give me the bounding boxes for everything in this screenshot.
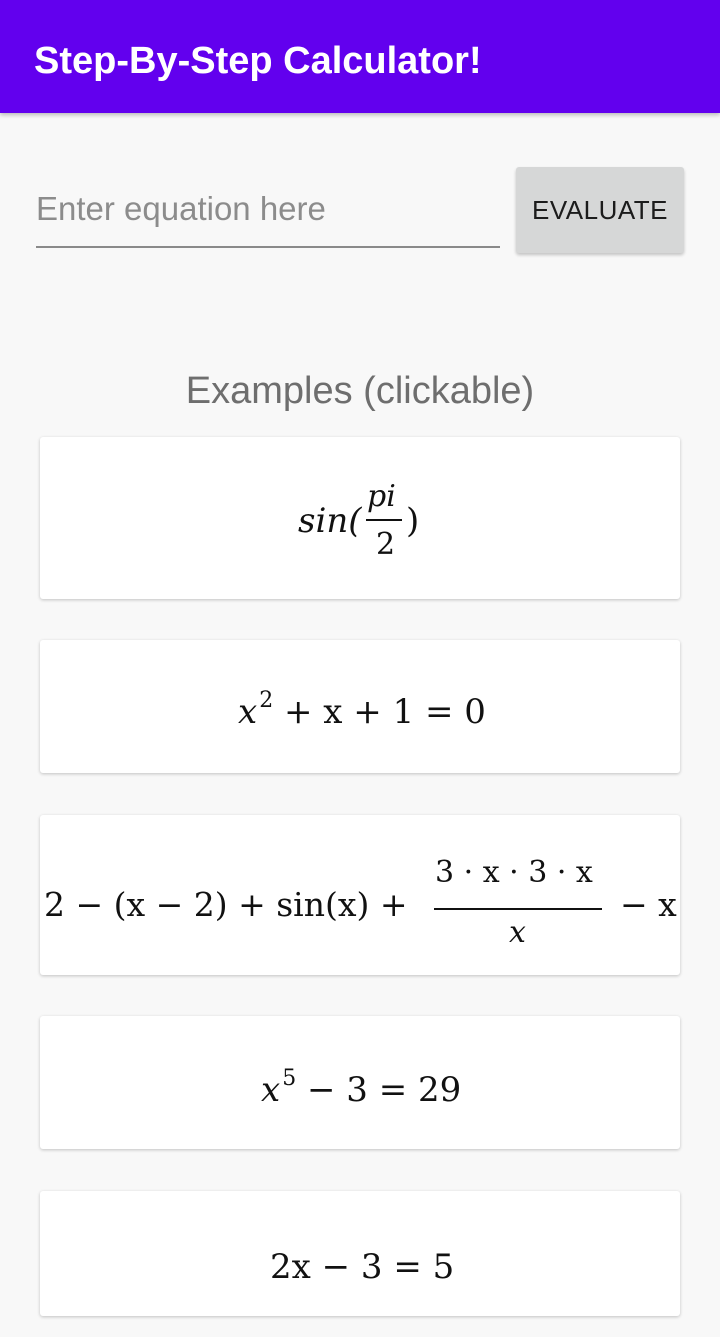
example-2-base: x bbox=[238, 692, 258, 732]
example-1-fn: sin( bbox=[298, 501, 362, 541]
app-bar: Step-By-Step Calculator! bbox=[0, 0, 720, 113]
example-4-rest: − 3 = 29 bbox=[296, 1070, 462, 1110]
example-2-rest: + x + 1 = 0 bbox=[273, 692, 486, 732]
equation-input[interactable] bbox=[36, 186, 500, 244]
example-card-quadratic[interactable]: x2 + x + 1 = 0 bbox=[40, 640, 680, 773]
example-1-numerator: pi bbox=[367, 479, 396, 514]
example-1-fraction-bar bbox=[366, 519, 402, 521]
equation-input-field[interactable] bbox=[36, 186, 500, 248]
example-2-expression: x2 + x + 1 = 0 bbox=[238, 688, 486, 732]
example-4-base: x bbox=[261, 1070, 281, 1110]
example-1-denominator: 2 bbox=[376, 527, 396, 562]
example-4-expression: x5 − 3 = 29 bbox=[261, 1066, 462, 1110]
example-5-expression: 2x − 3 = 5 bbox=[270, 1247, 455, 1287]
evaluate-button[interactable]: EVALUATE bbox=[516, 167, 684, 253]
example-card-long-expression[interactable]: 2 − (x − 2) + sin(x) + 3 · x · 3 · x x −… bbox=[40, 815, 680, 975]
example-card-sin-pi-over-2[interactable]: sin( pi 2 ) bbox=[40, 437, 680, 599]
example-3-right: − x bbox=[620, 885, 677, 924]
examples-heading: Examples (clickable) bbox=[185, 370, 535, 412]
example-card-linear-equation[interactable]: 2x − 3 = 5 bbox=[40, 1191, 680, 1316]
example-3-numerator: 3 · x · 3 · x bbox=[435, 855, 593, 890]
example-1-close: ) bbox=[406, 501, 420, 541]
app-title: Step-By-Step Calculator! bbox=[34, 40, 482, 82]
example-4-exponent: 5 bbox=[282, 1066, 297, 1091]
example-3-fraction-bar bbox=[434, 908, 602, 910]
example-3-left: 2 − (x − 2) + sin(x) + bbox=[44, 885, 408, 924]
example-3-denominator: x bbox=[509, 915, 526, 950]
example-2-exponent: 2 bbox=[259, 688, 274, 713]
example-card-power-equation[interactable]: x5 − 3 = 29 bbox=[40, 1016, 680, 1149]
